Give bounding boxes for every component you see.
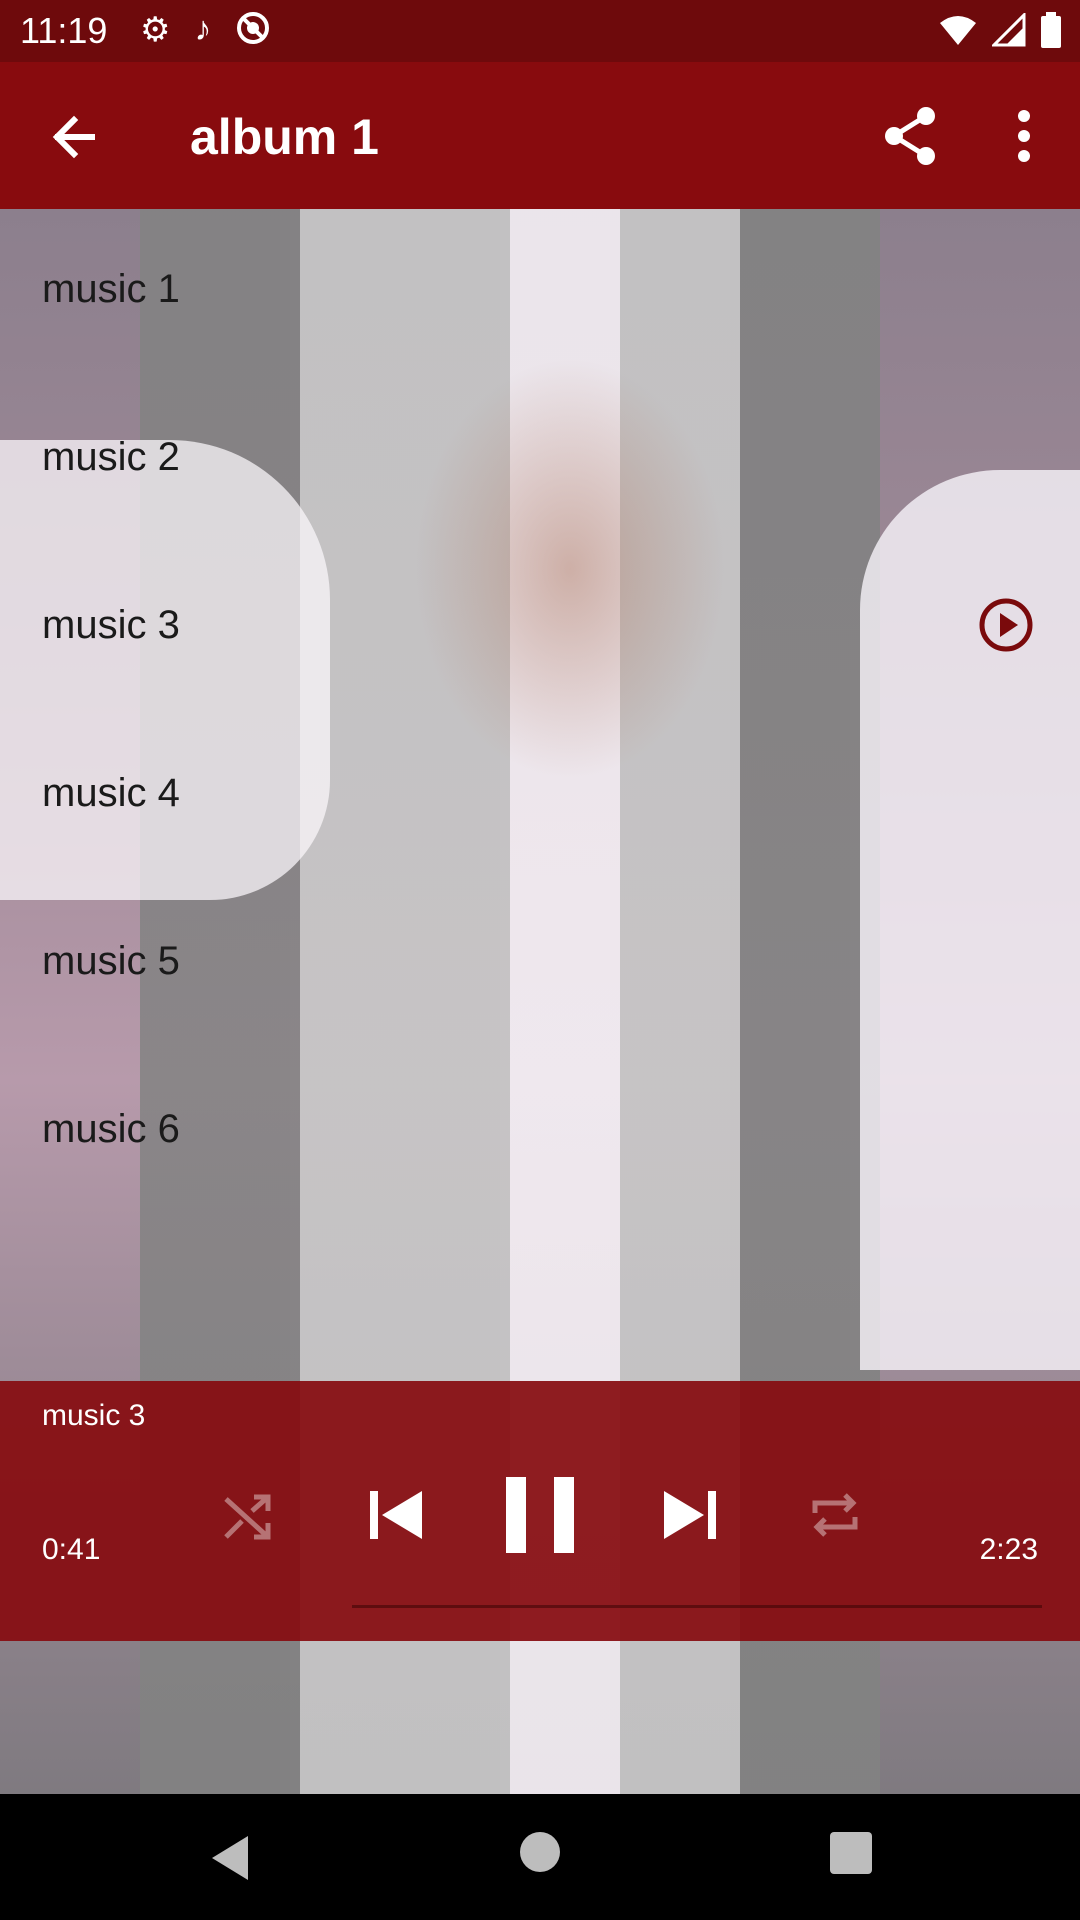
status-time: 11:19 <box>20 10 108 51</box>
pause-button[interactable] <box>500 1471 580 1559</box>
track-title: music 3 <box>42 603 180 647</box>
status-icons-right <box>938 11 1062 53</box>
track-title: music 1 <box>42 267 180 311</box>
nav-back-icon[interactable] <box>204 1830 260 1886</box>
track-title: music 4 <box>42 771 180 815</box>
status-bar: 11:19 ⚙ ♪ <box>0 0 1080 62</box>
play-circle-icon[interactable] <box>978 597 1034 653</box>
current-time: 0:41 <box>42 1533 101 1566</box>
location-off-icon <box>235 10 271 55</box>
share-button[interactable] <box>880 104 944 168</box>
app-bar: album 1 <box>0 62 1080 209</box>
track-list: music 1 music 2 music 3 music 4 music 5 … <box>0 209 1080 1217</box>
pause-icon <box>506 1477 574 1553</box>
track-title: music 2 <box>42 435 180 479</box>
signal-icon <box>990 11 1026 52</box>
page-title: album 1 <box>190 109 379 165</box>
track-item[interactable]: music 4 <box>0 713 1080 881</box>
track-item[interactable]: music 5 <box>0 881 1080 1049</box>
track-item[interactable]: music 3 <box>0 545 1080 713</box>
track-item[interactable]: music 1 <box>0 209 1080 377</box>
settings-icon: ⚙ <box>140 11 171 49</box>
share-icon <box>885 107 935 165</box>
skip-previous-icon <box>370 1491 422 1539</box>
status-icons-left: ⚙ ♪ <box>140 10 271 55</box>
shuffle-button[interactable] <box>220 1489 276 1545</box>
player-panel: music 3 0:41 2:23 <box>0 1381 1080 1641</box>
repeat-button[interactable] <box>805 1485 865 1545</box>
music-note-icon: ♪ <box>194 10 212 48</box>
wifi-icon <box>938 13 978 52</box>
total-time: 2:23 <box>979 1533 1038 1566</box>
track-item[interactable]: music 2 <box>0 377 1080 545</box>
track-title: music 6 <box>42 1107 180 1151</box>
shuffle-icon <box>224 1494 271 1540</box>
navigation-bar <box>0 1794 1080 1920</box>
back-button[interactable] <box>40 102 110 172</box>
skip-next-icon <box>664 1491 716 1539</box>
next-button[interactable] <box>656 1483 720 1547</box>
battery-icon <box>1040 12 1062 53</box>
seek-bar[interactable] <box>352 1605 1042 1608</box>
nav-recents-icon[interactable] <box>830 1832 872 1874</box>
now-playing-title: music 3 <box>42 1399 146 1432</box>
repeat-icon <box>812 1493 858 1537</box>
nav-home-icon[interactable] <box>520 1832 560 1872</box>
previous-button[interactable] <box>366 1483 430 1547</box>
more-vert-icon <box>1018 110 1030 162</box>
track-item[interactable]: music 6 <box>0 1049 1080 1217</box>
more-options-button[interactable] <box>1000 104 1048 168</box>
arrow-back-icon <box>52 115 95 159</box>
track-title: music 5 <box>42 939 180 983</box>
